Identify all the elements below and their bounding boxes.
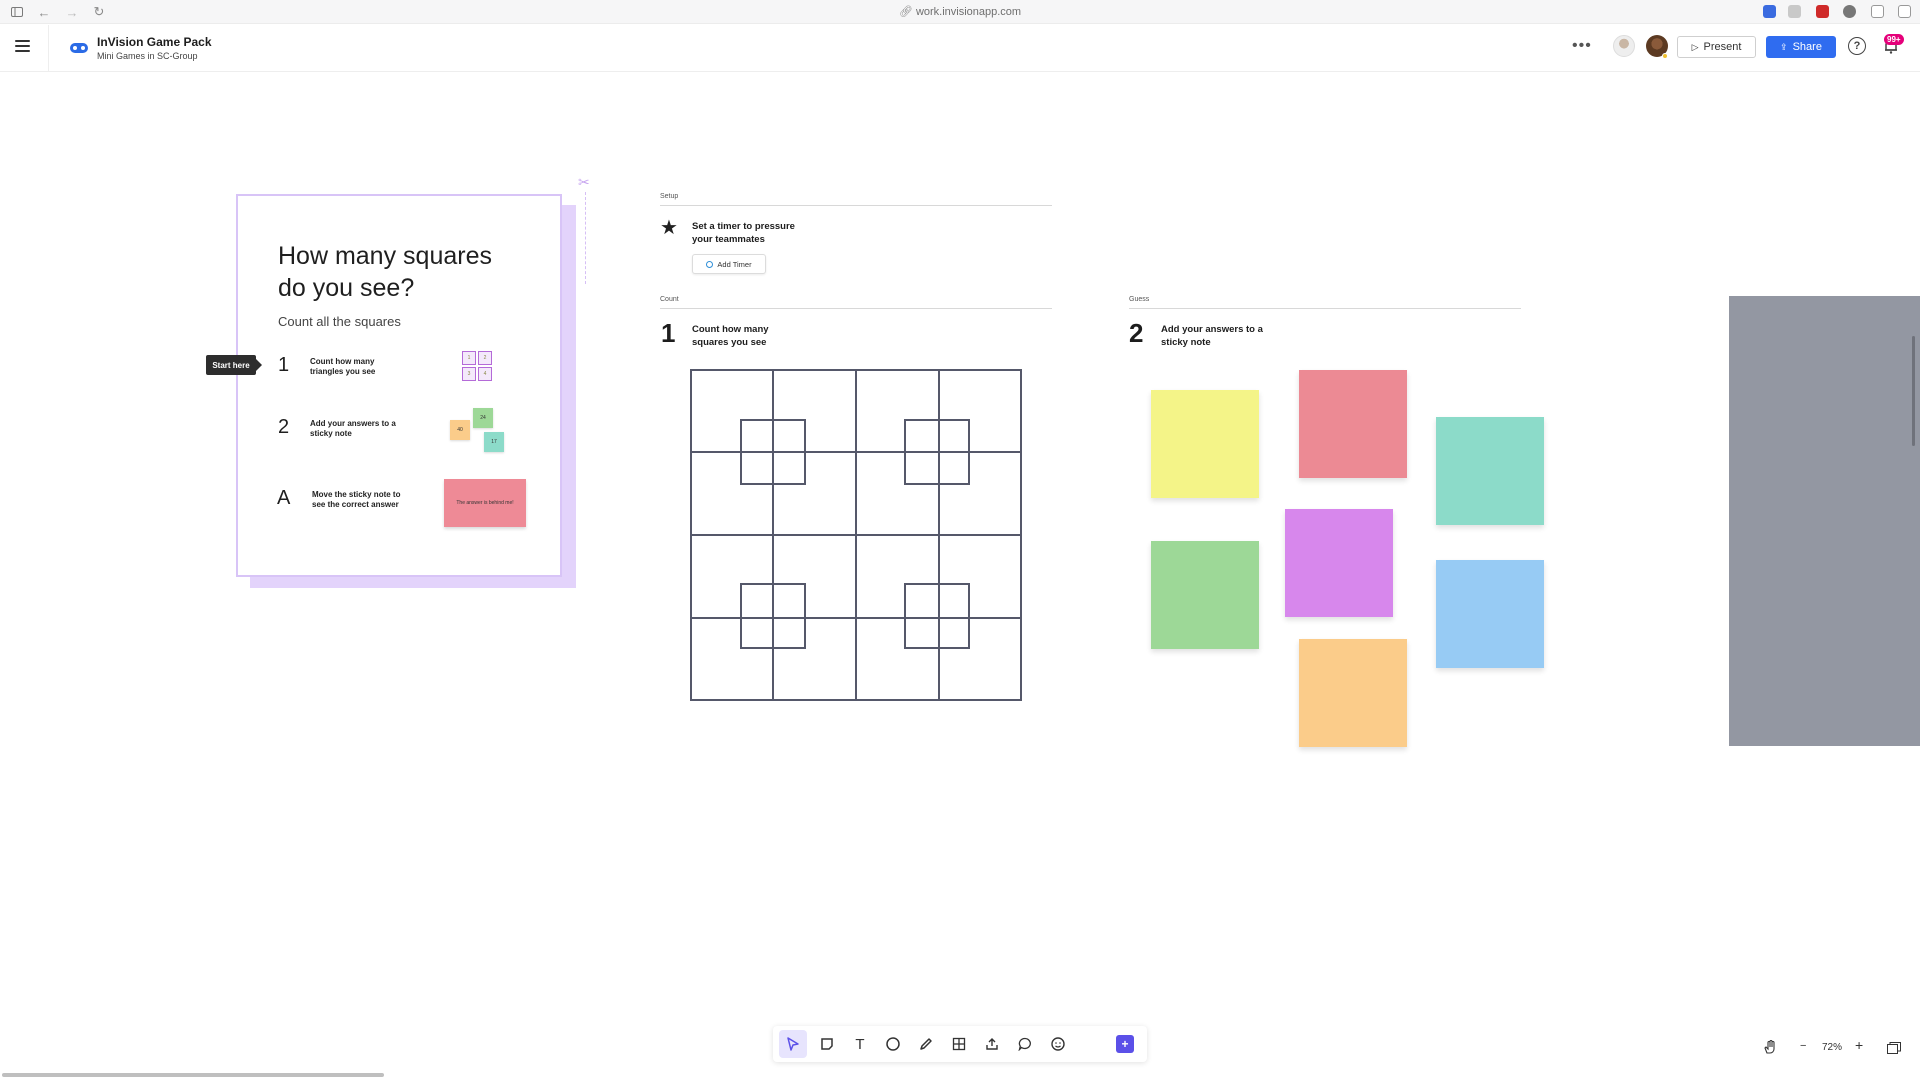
card-subtitle: Count all the squares (278, 314, 401, 329)
pen-tool-icon[interactable] (912, 1030, 940, 1058)
present-button[interactable]: ▷ Present (1677, 36, 1756, 58)
section-divider (660, 308, 1052, 309)
add-timer-button[interactable]: Add Timer (692, 254, 766, 274)
count-step-number: 1 (661, 318, 676, 348)
section-divider (660, 205, 1052, 206)
start-here-tag[interactable]: Start here (206, 355, 262, 375)
vertical-scrollbar[interactable] (1912, 336, 1915, 446)
sticky-note-red[interactable] (1299, 370, 1407, 478)
table-tool-icon[interactable] (945, 1030, 973, 1058)
bottom-toolbar: T + (773, 1026, 1147, 1062)
reader-icon[interactable] (1871, 5, 1884, 18)
add-timer-label: Add Timer (717, 259, 752, 269)
instruction-card[interactable]: How many squares do you see? Count all t… (236, 194, 562, 577)
upload-tool-icon[interactable] (978, 1030, 1006, 1058)
cut-guide-line (585, 192, 586, 284)
comment-tool-icon[interactable] (1011, 1030, 1039, 1058)
count-section-label: Count (660, 296, 679, 303)
shape-tool-icon[interactable] (879, 1030, 907, 1058)
sticky-note-blue[interactable] (1436, 560, 1544, 668)
timer-icon (706, 260, 714, 268)
mini-sticky-note: 40 (450, 420, 470, 440)
setup-section-label: Setup (660, 193, 679, 200)
header-divider (48, 25, 49, 72)
link-icon: 🔗︎ (898, 6, 913, 18)
app-logo-icon (70, 43, 88, 53)
step-number: 1 (278, 354, 290, 376)
mini-sticky-note: 17 (484, 432, 504, 452)
add-plus-icon[interactable]: + (1116, 1035, 1134, 1053)
play-icon: ▷ (1691, 41, 1699, 52)
zoom-in-button[interactable]: + (1855, 1037, 1863, 1053)
project-title[interactable]: InVision Game Pack (97, 35, 212, 49)
step-text: Move the sticky note to see the correct … (312, 490, 401, 509)
more-options-icon[interactable]: ••• (1572, 37, 1592, 55)
extension-icon[interactable] (1788, 5, 1801, 18)
present-label: Present (1703, 41, 1742, 53)
text-tool-icon[interactable]: T (846, 1030, 874, 1058)
extension-icon[interactable] (1763, 5, 1776, 18)
sticky-note-tool-icon[interactable] (813, 1030, 841, 1058)
share-label: Share (1792, 41, 1822, 53)
sticky-note-yellow[interactable] (1151, 390, 1259, 498)
share-button[interactable]: ⇪ Share (1766, 36, 1836, 58)
section-divider (1129, 308, 1521, 309)
mini-square: 4 (478, 367, 492, 381)
mini-square: 2 (478, 351, 492, 365)
address-bar[interactable]: 🔗︎ work.invisionapp.com (0, 5, 1920, 18)
star-icon: ★ (660, 217, 678, 239)
zoom-out-button[interactable]: − (1800, 1040, 1806, 1052)
mini-square: 1 (462, 351, 476, 365)
sticker-tool-icon[interactable] (1044, 1030, 1072, 1058)
extension-icon[interactable] (1816, 5, 1829, 18)
notification-badge: 99+ (1884, 34, 1904, 45)
avatar[interactable] (1613, 35, 1635, 57)
sticky-note-purple[interactable] (1285, 509, 1393, 617)
squares-puzzle-grid[interactable] (690, 369, 1022, 701)
browser-toolbar: ← → ↻ 🔗︎ work.invisionapp.com (0, 0, 1920, 24)
zoom-level[interactable]: 72% (1822, 1042, 1842, 1053)
hamburger-menu-icon[interactable] (14, 37, 32, 55)
app-header: InVision Game Pack Mini Games in SC-Grou… (0, 25, 1920, 72)
presence-dot (1662, 53, 1668, 59)
setup-text: Set a timer to pressure your teammates (692, 221, 795, 245)
step-text: Count how many triangles you see (310, 357, 376, 376)
gray-frame[interactable] (1729, 296, 1920, 746)
mini-square: 3 (462, 367, 476, 381)
card-title: How many squares do you see? (278, 242, 492, 302)
guess-step-number: 2 (1129, 318, 1144, 348)
guess-section-label: Guess (1129, 296, 1150, 303)
mini-sticky-note: 24 (473, 408, 493, 428)
select-tool-icon[interactable] (779, 1030, 807, 1058)
help-icon[interactable]: ? (1848, 37, 1866, 55)
settings-gear-icon[interactable] (1843, 5, 1856, 18)
count-text: Count how many squares you see (692, 324, 769, 348)
split-view-icon[interactable] (1898, 5, 1911, 18)
sticky-note-orange[interactable] (1299, 639, 1407, 747)
step-text: Add your answers to a sticky note (310, 419, 396, 438)
horizontal-scrollbar[interactable] (2, 1073, 384, 1077)
answer-sticky-note[interactable]: The answer is behind me! (444, 479, 526, 527)
minimap-icon[interactable] (1887, 1041, 1901, 1054)
hand-pan-icon[interactable] (1763, 1039, 1777, 1054)
sticky-note-green[interactable] (1151, 541, 1259, 649)
step-number: A (277, 487, 291, 509)
scissors-icon: ✂ (578, 174, 590, 190)
share-icon: ⇪ (1780, 41, 1788, 52)
project-subtitle: Mini Games in SC-Group (97, 51, 198, 61)
url-text: work.invisionapp.com (915, 6, 1022, 18)
guess-text: Add your answers to a sticky note (1161, 324, 1263, 348)
step-number: 2 (278, 416, 290, 438)
sticky-note-teal[interactable] (1436, 417, 1544, 525)
